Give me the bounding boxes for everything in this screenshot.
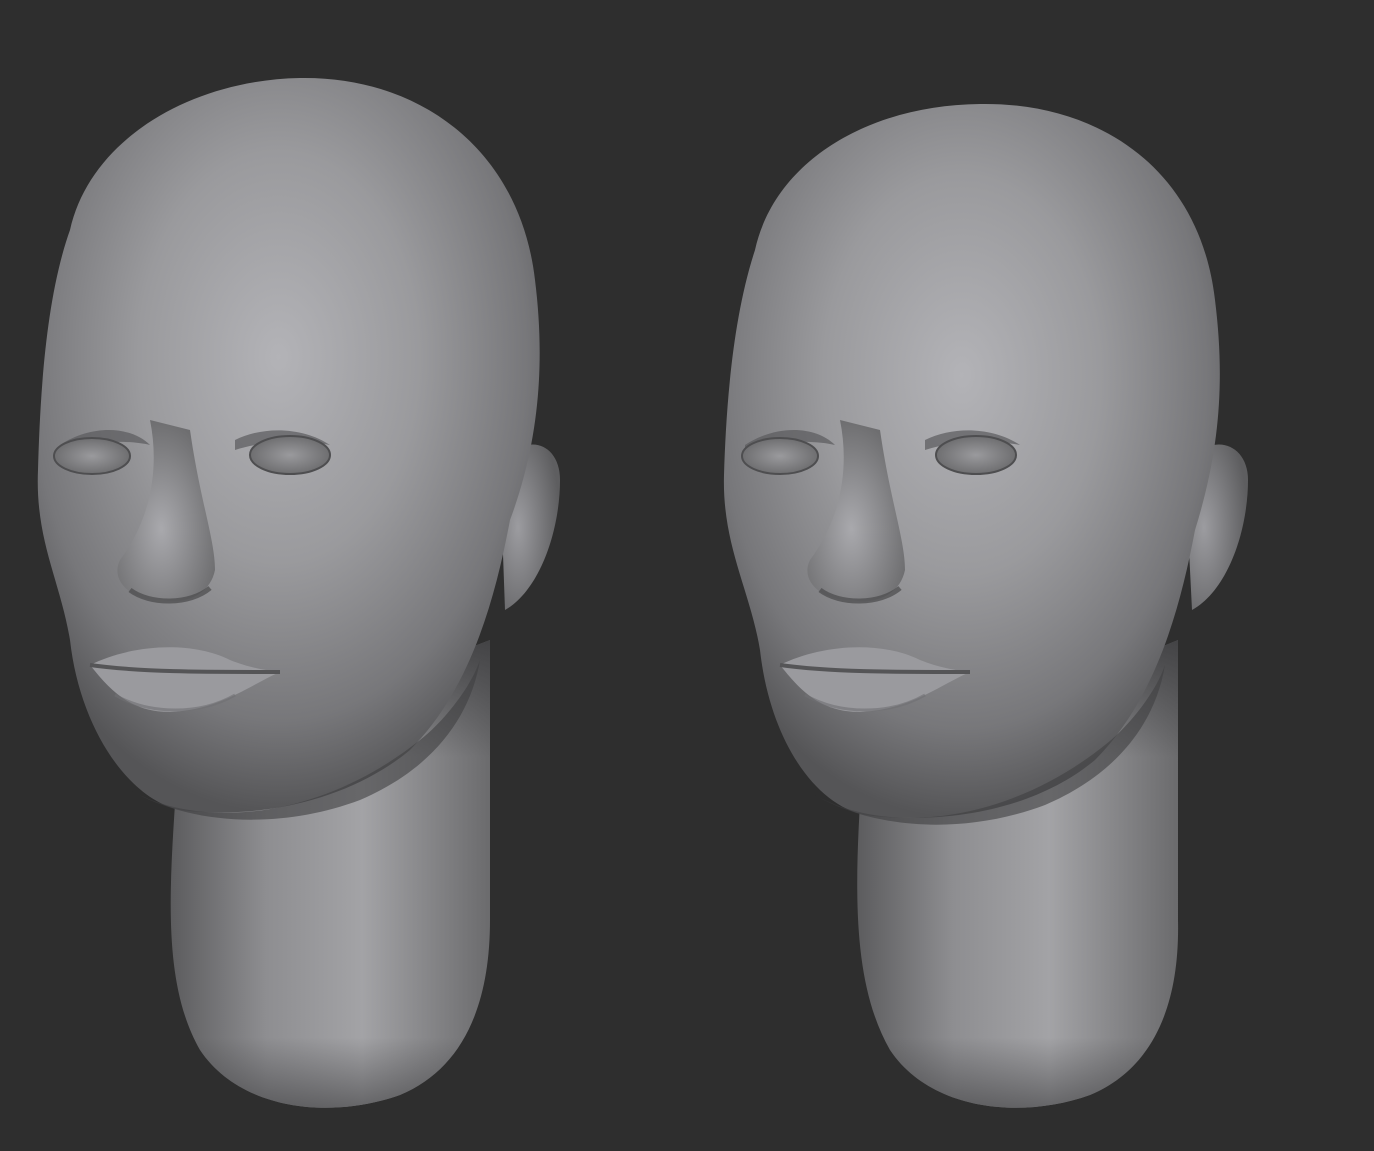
left-eye xyxy=(741,437,819,475)
right-eye xyxy=(935,435,1017,475)
render-canvas xyxy=(37,77,1248,1108)
left-eye xyxy=(53,437,131,475)
left-head-model[interactable] xyxy=(37,77,560,1108)
right-eye xyxy=(249,435,331,475)
sculpt-viewport[interactable] xyxy=(0,0,1374,1151)
right-head-model[interactable] xyxy=(723,103,1248,1108)
